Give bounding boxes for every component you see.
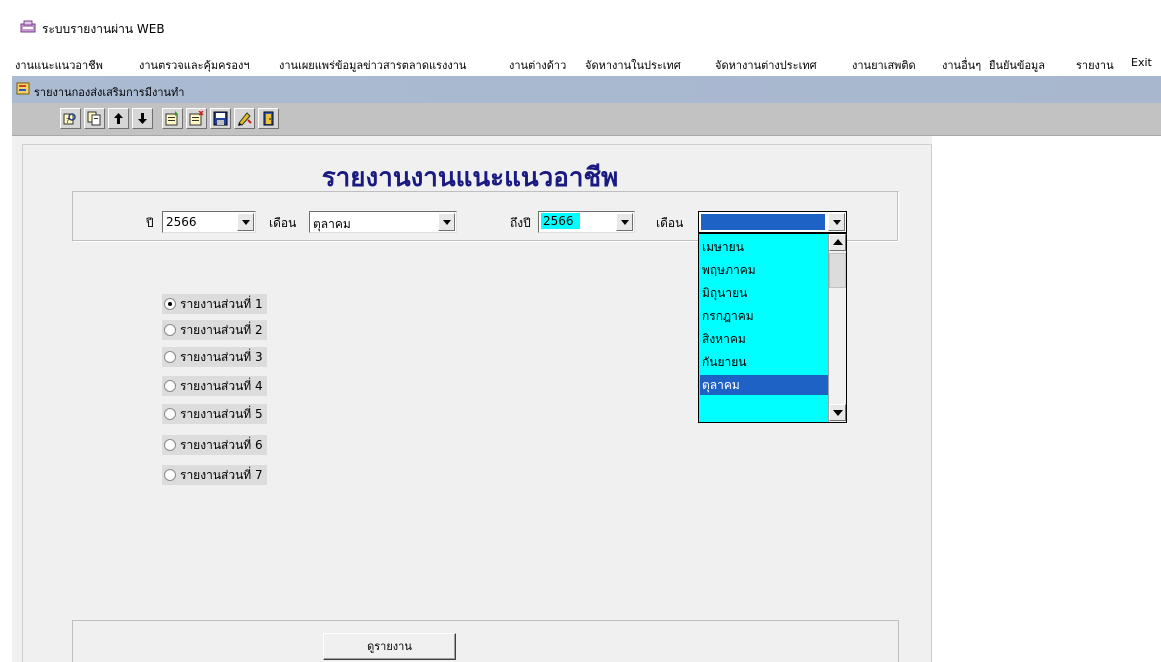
window-title-bar: ระบบรายงานผ่าน WEB [0,0,1161,46]
toolbar: ? [12,103,1161,136]
menu-domestic-employment[interactable]: จัดหางานในประเทศ [585,56,681,74]
add-record-icon[interactable] [162,108,183,129]
mdi-caption-bar: รายงานกองส่งเสริมการมีงานทำ [12,76,1161,103]
to-year-select-value: 2566 [541,213,580,229]
to-month-select-arrow-icon[interactable] [828,213,845,231]
radio-icon[interactable] [164,324,176,336]
radio-icon[interactable] [164,408,176,420]
app-icon [20,20,36,34]
menu-inspection-protection[interactable]: งานตรวจและคุ้มครองฯ [139,56,250,74]
to-month-label: เดือน [656,216,684,230]
month-select-arrow-icon[interactable] [438,213,455,231]
menu-narcotics[interactable]: งานยาเสพติด [852,56,916,74]
radio-icon[interactable] [164,380,176,392]
report-part-1-option[interactable]: รายงานส่วนที่ 1 [162,294,267,314]
arrow-up-icon[interactable] [108,108,129,129]
menu-career-guidance[interactable]: งานแนะแนวอาชีพ [15,56,103,74]
action-panel [72,620,899,662]
month-select[interactable]: ตุลาคม [309,211,457,233]
menu-exit[interactable]: Exit [1131,56,1152,69]
month-select-value: ตุลาคม [313,217,351,231]
scrollbar-thumb[interactable] [829,253,846,288]
report-part-1-label: รายงานส่วนที่ 1 [180,297,263,311]
dropdown-option-july[interactable]: กรกฎาคม [700,306,828,326]
copy-icon[interactable] [84,108,105,129]
year-select-value: 2566 [166,215,197,229]
scroll-up-icon[interactable] [829,234,846,251]
arrow-down-icon[interactable] [132,108,153,129]
menu-others[interactable]: งานอื่นๆ [942,56,981,74]
workspace-right-area [932,136,1161,662]
year-select-arrow-icon[interactable] [237,213,254,231]
menu-confirm-data[interactable]: ยืนยันข้อมูล [989,56,1045,74]
view-report-button[interactable]: ดูรายงาน [323,633,456,660]
radio-icon[interactable] [164,351,176,363]
report-part-2-label: รายงานส่วนที่ 2 [180,323,263,337]
to-month-dropdown-list[interactable]: เมษายน พฤษภาคม มิถุนายน กรกฎาคม สิงหาคม … [698,233,847,423]
dropdown-option-august[interactable]: สิงหาคม [700,329,828,349]
dropdown-option-october[interactable]: ตุลาคม [700,375,828,395]
exit-door-icon[interactable] [258,108,279,129]
svg-text:?: ? [66,117,70,125]
report-part-4-option[interactable]: รายงานส่วนที่ 4 [162,376,267,396]
to-year-label: ถึงปี [510,216,531,230]
to-month-select-value [701,214,825,230]
report-part-4-label: รายงานส่วนที่ 4 [180,379,263,393]
dropdown-option-april[interactable]: เมษายน [700,237,828,257]
to-month-select[interactable] [698,211,847,233]
radio-selected-icon[interactable] [164,298,176,310]
scroll-down-icon[interactable] [829,404,846,421]
menu-overseas-employment[interactable]: จัดหางานต่างประเทศ [715,56,817,74]
save-icon[interactable] [210,108,231,129]
edit-icon[interactable] [234,108,255,129]
report-part-6-option[interactable]: รายงานส่วนที่ 6 [162,435,267,455]
report-part-5-option[interactable]: รายงานส่วนที่ 5 [162,404,267,424]
report-part-7-option[interactable]: รายงานส่วนที่ 7 [162,465,267,485]
month-label: เดือน [269,216,297,230]
window-title: ระบบรายงานผ่าน WEB [42,22,165,36]
mdi-title: รายงานกองส่งเสริมการมีงานทำ [34,86,185,99]
year-select[interactable]: 2566 [162,211,256,233]
delete-record-icon[interactable] [186,108,207,129]
dropdown-option-may[interactable]: พฤษภาคม [700,260,828,280]
menu-reports[interactable]: รายงาน [1076,56,1114,74]
dropdown-option-blank[interactable] [700,398,828,418]
radio-icon[interactable] [164,439,176,451]
report-part-3-option[interactable]: รายงานส่วนที่ 3 [162,347,267,367]
menu-bar: งานแนะแนวอาชีพ งานตรวจและคุ้มครองฯ งานเผ… [0,46,1161,76]
year-label: ปี [146,216,154,230]
to-year-select[interactable]: 2566 [538,211,635,233]
menu-labor-market-info[interactable]: งานเผยแพร่ข้อมูลข่าวสารตลาดแรงงาน [279,56,466,74]
radio-icon[interactable] [164,469,176,481]
dropdown-option-september[interactable]: กันยายน [700,352,828,372]
dropdown-scrollbar[interactable] [828,234,846,422]
report-part-3-label: รายงานส่วนที่ 3 [180,350,263,364]
report-part-6-label: รายงานส่วนที่ 6 [180,438,263,452]
find-icon[interactable]: ? [60,108,81,129]
to-year-select-arrow-icon[interactable] [616,213,633,231]
report-part-2-option[interactable]: รายงานส่วนที่ 2 [162,320,267,340]
report-part-7-label: รายงานส่วนที่ 7 [180,468,263,482]
report-part-5-label: รายงานส่วนที่ 5 [180,407,263,421]
menu-foreign-workers[interactable]: งานต่างด้าว [509,56,566,74]
report-window-icon [16,81,31,96]
dropdown-option-june[interactable]: มิถุนายน [700,283,828,303]
